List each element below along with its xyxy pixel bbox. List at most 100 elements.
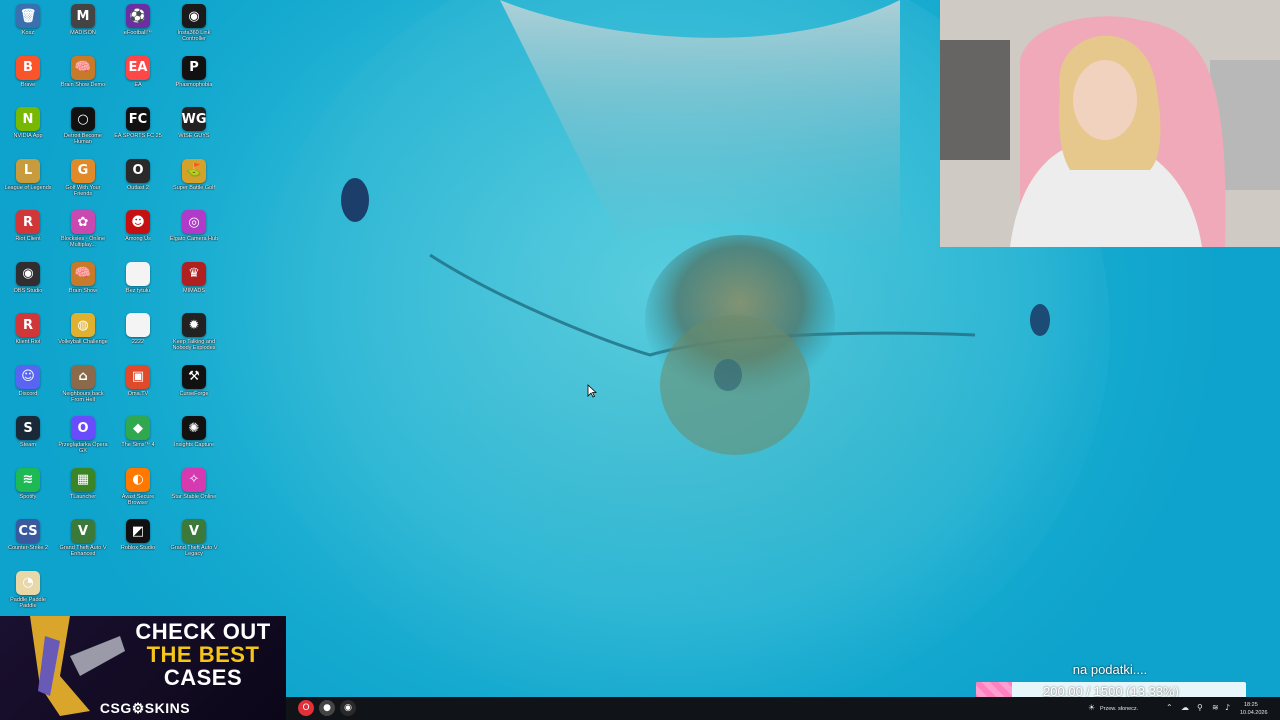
ad-brand-logo: CSG⚙SKINS bbox=[99, 700, 191, 716]
desktop-icon-mimads[interactable]: ♛ MIMADS bbox=[168, 261, 220, 312]
obs-taskbar-icon[interactable]: ◉ bbox=[340, 700, 356, 716]
chevron-up-icon[interactable]: ⌃ bbox=[1166, 703, 1173, 712]
desktop-icon-label: Brain Show Demo bbox=[60, 81, 106, 88]
desktop-icon-roblox-studio[interactable]: ◩ Roblox Studio bbox=[112, 519, 164, 569]
desktop-icon-insights-capture[interactable]: ✺ Insights Capture bbox=[168, 416, 220, 466]
desktop-icon-label: eFootball™ bbox=[123, 30, 153, 36]
desktop-icon-nvidia-app[interactable]: N NVIDIA App bbox=[2, 107, 54, 157]
desktop-icon-label: Volleyball Challenge bbox=[58, 339, 108, 345]
desktop-icon-curseforge[interactable]: ⚒ CurseForge bbox=[168, 364, 220, 415]
record-taskbar-icon[interactable]: ● bbox=[319, 700, 335, 716]
app-icon: ▦ bbox=[71, 467, 95, 492]
desktop-icon-league-of-legends[interactable]: L League of Legends bbox=[2, 158, 54, 209]
app-icon: ◆ bbox=[126, 416, 150, 440]
desktop-icon-przegl-darka-opera-gx[interactable]: O Przeglądarka Opera GX bbox=[57, 416, 109, 466]
app-icon: ◎ bbox=[182, 210, 206, 234]
app-icon: ✧ bbox=[182, 467, 206, 492]
desktop-icon-steam[interactable]: S Steam bbox=[2, 416, 54, 466]
desktop-icon-label: Elgato Camera Hub bbox=[169, 236, 219, 242]
weather-text[interactable]: Przew. słonecz. bbox=[1100, 706, 1138, 712]
desktop-icon-tlauncher[interactable]: ▦ TLauncher bbox=[57, 467, 109, 518]
app-icon: V bbox=[71, 519, 95, 543]
app-icon: ⌂ bbox=[71, 364, 95, 389]
desktop-icon-among-us[interactable]: ☻ Among Us bbox=[112, 210, 164, 260]
network-tray-icon[interactable]: ☁ bbox=[1181, 703, 1189, 712]
desktop-icon-grand-theft-auto-v-enhanced[interactable]: V Grand Theft Auto V Enhanced bbox=[57, 519, 109, 569]
app-icon bbox=[126, 261, 150, 286]
desktop-icon-riot-client[interactable]: R Riot Client bbox=[2, 210, 54, 260]
desktop-icon-label: Steam bbox=[20, 442, 36, 448]
app-icon: L bbox=[16, 158, 40, 183]
desktop-icon-insta360-link-controller[interactable]: ◉ Insta360 Link Controller bbox=[168, 4, 220, 54]
app-icon: ◩ bbox=[126, 519, 150, 543]
desktop-icon-label: League of Legends bbox=[4, 184, 52, 191]
desktop-icon-label: NVIDIA App bbox=[13, 133, 43, 139]
desktop-icon-star-stable-online[interactable]: ✧ Star Stable Online bbox=[168, 467, 220, 518]
desktop-icon-ea[interactable]: EA EA bbox=[112, 55, 164, 106]
clock-time[interactable]: 18:25 bbox=[1244, 702, 1258, 708]
desktop-icon-obs-studio[interactable]: ◉ OBS Studio bbox=[2, 261, 54, 312]
weather-icon[interactable]: ☀ bbox=[1088, 703, 1095, 712]
desktop-icon-discord[interactable]: ☺ Discord bbox=[2, 364, 54, 415]
desktop-icon-madison[interactable]: M MADISON bbox=[57, 4, 109, 54]
app-icon: ✿ bbox=[71, 210, 95, 234]
desktop-icon-ea-sports-fc-25[interactable]: FC EA SPORTS FC 25 bbox=[112, 107, 164, 157]
desktop-icon-label: Super Battle Golf bbox=[173, 184, 215, 191]
app-icon: ⚒ bbox=[182, 364, 206, 389]
desktop-icon-golf-with-your-friends[interactable]: G Golf With Your Friends bbox=[57, 158, 109, 209]
app-icon: EA bbox=[126, 55, 150, 80]
desktop-icon-2222[interactable]: 2222 bbox=[112, 313, 164, 363]
desktop-icon-brain-show[interactable]: 🧠 Brain Show bbox=[57, 261, 109, 312]
donation-goal-caption: na podatki.... bbox=[1072, 662, 1148, 677]
desktop-icon-label: Detroit Become Human bbox=[64, 133, 102, 145]
wifi-icon[interactable]: ≋ bbox=[1212, 703, 1219, 712]
desktop-icon-label: Grand Theft Auto V Enhanced bbox=[59, 545, 107, 557]
desktop-icon-volleyball-challenge[interactable]: ◍ Volleyball Challenge bbox=[57, 313, 109, 363]
microphone-icon[interactable]: ⚲ bbox=[1197, 703, 1203, 712]
desktop-icon-label: Oma.TV bbox=[127, 390, 149, 397]
app-icon: ♛ bbox=[182, 261, 206, 286]
desktop-icon-phasmophobia[interactable]: P Phasmophobia bbox=[168, 55, 220, 106]
desktop-icon-avast-secure-browser[interactable]: ◐ Avast Secure Browser bbox=[112, 467, 164, 518]
desktop-icon-bez-tytu-u[interactable]: Bez tytułu bbox=[112, 261, 164, 312]
app-icon: ⚽ bbox=[126, 4, 150, 28]
desktop-icon-label: CurseForge bbox=[179, 390, 209, 397]
app-icon: ◐ bbox=[126, 467, 150, 492]
desktop-icon-neighbours-back-from-hell[interactable]: ⌂ Neighbours back From Hell bbox=[57, 364, 109, 415]
desktop-icon-detroit-become-human[interactable]: ○ Detroit Become Human bbox=[57, 107, 109, 157]
desktop-icon-label: Insights Capture bbox=[173, 442, 215, 448]
desktop-icon-super-battle-golf[interactable]: ⛳ Super Battle Golf bbox=[168, 158, 220, 209]
desktop-icon-counter-strike-2[interactable]: CS Counter-Strike 2 bbox=[2, 519, 54, 569]
desktop-icon-elgato-camera-hub[interactable]: ◎ Elgato Camera Hub bbox=[168, 210, 220, 260]
desktop-icon-label: Brain Show bbox=[68, 287, 98, 294]
opera-gx-taskbar-icon[interactable]: O bbox=[298, 700, 314, 716]
desktop-icon-efootball[interactable]: ⚽ eFootball™ bbox=[112, 4, 164, 54]
desktop-icon-grand-theft-auto-v-legacy[interactable]: V Grand Theft Auto V Legacy bbox=[168, 519, 220, 569]
app-icon: O bbox=[71, 416, 95, 440]
clock-date[interactable]: 10.04.2026 bbox=[1240, 710, 1268, 716]
desktop-icon-the-sims-4[interactable]: ◆ The Sims™ 4 bbox=[112, 416, 164, 466]
ad-headline: CHECK OUT THE BEST CASES bbox=[128, 620, 278, 689]
app-icon: CS bbox=[16, 519, 40, 543]
desktop-icon-label: Przeglądarka Opera GX bbox=[58, 442, 108, 454]
desktop-icon-keep-talking-and-nobody-explodes[interactable]: ✹ Keep Talking and Nobody Explodes bbox=[168, 313, 220, 363]
desktop-icon-label: Brave bbox=[20, 81, 36, 88]
desktop-icon-brain-show-demo[interactable]: 🧠 Brain Show Demo bbox=[57, 55, 109, 106]
desktop-icon-oma-tv[interactable]: ▣ Oma.TV bbox=[112, 364, 164, 415]
desktop-icon-brave[interactable]: B Brave bbox=[2, 55, 54, 106]
desktop-icon-spotify[interactable]: ≋ Spotify bbox=[2, 467, 54, 518]
desktop-icon-klient-riot[interactable]: R Klient Riot bbox=[2, 313, 54, 363]
desktop-icon-label: The Sims™ 4 bbox=[121, 442, 155, 448]
volume-icon[interactable]: ♪ bbox=[1225, 703, 1230, 712]
desktop-icon-wise-guys[interactable]: WG WISE GUYS bbox=[168, 107, 220, 157]
desktop-icon-outlast-2[interactable]: O Outlast 2 bbox=[112, 158, 164, 209]
desktop-icon-kosz[interactable]: 🗑 Kosz bbox=[2, 4, 54, 54]
app-icon: 🗑 bbox=[16, 4, 40, 28]
app-icon: ≋ bbox=[16, 467, 40, 492]
desktop-icon-paddle-paddle-paddle[interactable]: ◔ Paddle Paddle Paddle bbox=[2, 570, 54, 621]
desktop-icon-blocksies-online-multiplay[interactable]: ✿ Blocksies - Online Multiplay... bbox=[57, 210, 109, 260]
desktop-icon-label: Golf With Your Friends bbox=[65, 184, 101, 197]
desktop-icon-label: Counter-Strike 2 bbox=[7, 545, 49, 551]
desktop-icon-label: Phasmophobia bbox=[175, 81, 213, 88]
desktop-icon-label: Klient Riot bbox=[15, 339, 41, 345]
